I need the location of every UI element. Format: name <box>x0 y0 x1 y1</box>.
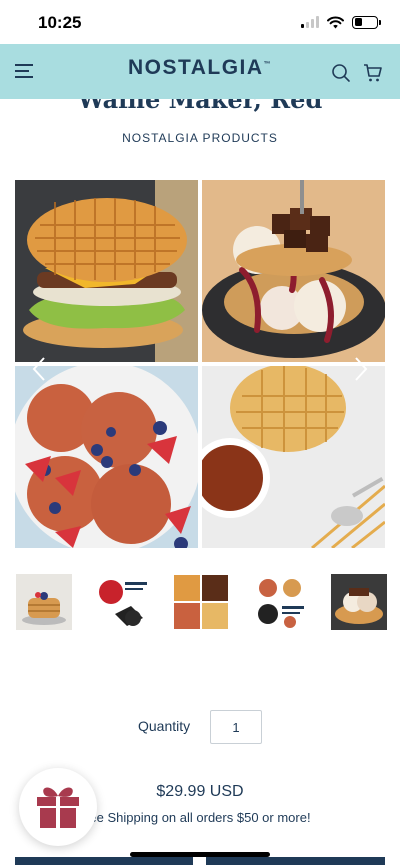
thumbnail-strip <box>16 574 387 630</box>
search-icon <box>332 64 350 82</box>
gallery-prev-button[interactable] <box>28 354 50 384</box>
trademark-symbol: ™ <box>263 61 273 68</box>
signal-icon <box>301 16 319 28</box>
chevron-right-icon <box>355 357 368 381</box>
status-time: 10:25 <box>38 13 82 32</box>
thumbnail-waffle-ice-cream[interactable] <box>331 574 387 630</box>
product-vendor[interactable]: NOSTALGIA PRODUCTS <box>0 131 400 145</box>
cart-button[interactable] <box>363 63 383 83</box>
brand-name: NOSTALGIA <box>127 56 264 79</box>
gift-widget-button[interactable] <box>19 768 97 846</box>
status-bar: 10:25 <box>0 0 400 44</box>
thumbnail-compact-waffle-maker[interactable] <box>95 574 151 630</box>
gallery-image-waffle-burger[interactable] <box>15 180 198 362</box>
cart-icon <box>364 64 382 82</box>
search-button[interactable] <box>331 63 351 83</box>
battery-icon <box>352 15 381 29</box>
quantity-label: Quantity <box>138 718 191 734</box>
quantity-input[interactable] <box>210 710 262 744</box>
chevron-left-icon <box>32 357 45 381</box>
gallery-image-waffles-with-sauce[interactable] <box>202 366 385 548</box>
add-to-cart-bar-right[interactable] <box>206 857 385 865</box>
gallery-next-button[interactable] <box>350 354 372 384</box>
product-title: Waffle Maker, Red <box>0 99 400 113</box>
product-title-text: Waffle Maker, Red <box>0 99 400 113</box>
add-to-cart-bar-left[interactable] <box>15 857 193 865</box>
thumbnail-pancake-stack[interactable] <box>16 574 72 630</box>
site-header: NOSTALGIA™ <box>0 44 400 99</box>
home-indicator <box>130 852 270 857</box>
thumbnail-waffle-collage[interactable] <box>173 574 229 630</box>
gallery-image-blueberry-waffles[interactable] <box>15 366 198 548</box>
wifi-icon <box>327 16 344 28</box>
thumbnail-ready-set-waffle[interactable] <box>252 574 308 630</box>
gift-icon <box>37 787 79 828</box>
gallery-image-waffle-sundae[interactable] <box>202 180 385 362</box>
product-gallery <box>15 180 385 548</box>
status-icons <box>301 14 381 30</box>
